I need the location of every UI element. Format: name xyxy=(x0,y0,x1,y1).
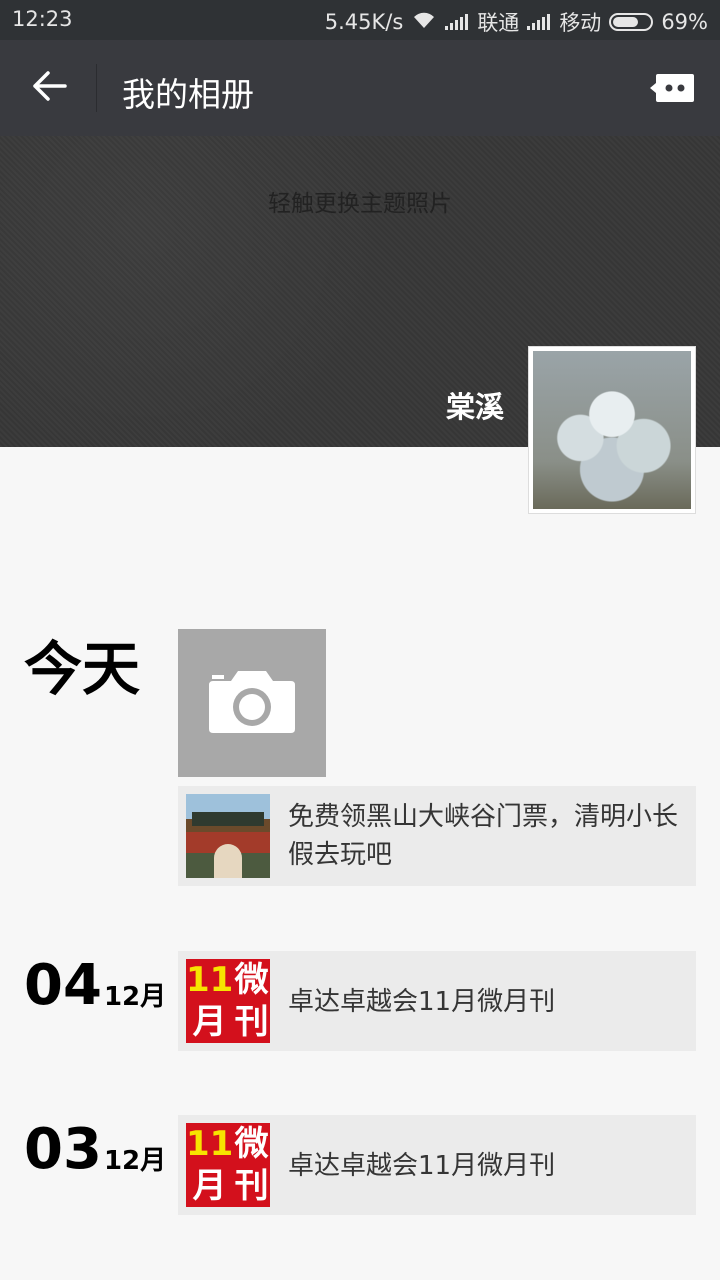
arrow-left-icon xyxy=(32,70,68,106)
page-title: 我的相册 xyxy=(122,75,254,114)
list-item[interactable]: 11 微 月刊 卓达卓越会11月微月刊 xyxy=(178,951,696,1051)
date-label: 03 12月 xyxy=(24,1122,166,1178)
magazine-thumbnail: 11 微 月刊 xyxy=(186,959,270,1043)
more-button[interactable] xyxy=(648,70,698,106)
post-photo-button[interactable] xyxy=(178,629,326,777)
status-time: 12:23 xyxy=(12,7,73,31)
signal-icon xyxy=(445,14,469,30)
wifi-icon xyxy=(411,10,437,35)
battery-fill xyxy=(613,17,639,27)
title-bar: 我的相册 xyxy=(0,40,720,136)
date-month: 12月 xyxy=(103,982,167,1012)
magazine-thumbnail: 11 微 月刊 xyxy=(186,1123,270,1207)
carrier-mobile: 移动 xyxy=(559,11,602,35)
gate-thumbnail xyxy=(186,794,270,878)
list-item-text: 免费领黑山大峡谷门票，清明小长假去玩吧 xyxy=(288,802,679,870)
net-speed: 5.45K/s xyxy=(324,10,404,34)
list-item-thumbnail xyxy=(186,794,270,878)
list-item-text: 卓达卓越会11月微月刊 xyxy=(288,987,556,1017)
signal-icon xyxy=(527,14,551,30)
battery-icon xyxy=(609,13,654,31)
battery-percent: 69% xyxy=(661,10,708,34)
status-right: 5.45K/s 联通 移动 69% xyxy=(325,7,708,37)
more-bubble-icon xyxy=(648,74,698,110)
date-label: 04 12月 xyxy=(24,958,166,1014)
avatar[interactable] xyxy=(528,346,696,514)
avatar-image xyxy=(533,351,691,509)
username: 棠溪 xyxy=(445,390,504,424)
date-day: 04 xyxy=(24,953,102,1018)
list-item[interactable]: 11 微 月刊 卓达卓越会11月微月刊 xyxy=(178,1115,696,1215)
camera-icon xyxy=(207,667,297,739)
status-bar: 12:23 5.45K/s 联通 移动 69% xyxy=(0,0,720,40)
back-button[interactable] xyxy=(22,64,78,112)
title-divider xyxy=(96,64,97,112)
list-item-thumbnail: 11 微 月刊 xyxy=(186,959,270,1043)
list-item-text: 卓达卓越会11月微月刊 xyxy=(288,1151,556,1181)
list-item-thumbnail: 11 微 月刊 xyxy=(186,1123,270,1207)
date-day: 03 xyxy=(24,1117,102,1182)
carrier-unicom: 联通 xyxy=(477,11,520,35)
today-label: 今天 xyxy=(24,635,141,703)
list-item[interactable]: 免费领黑山大峡谷门票，清明小长假去玩吧 xyxy=(178,786,696,886)
date-month: 12月 xyxy=(103,1146,167,1176)
cover-hint: 轻触更换主题照片 xyxy=(268,191,452,217)
